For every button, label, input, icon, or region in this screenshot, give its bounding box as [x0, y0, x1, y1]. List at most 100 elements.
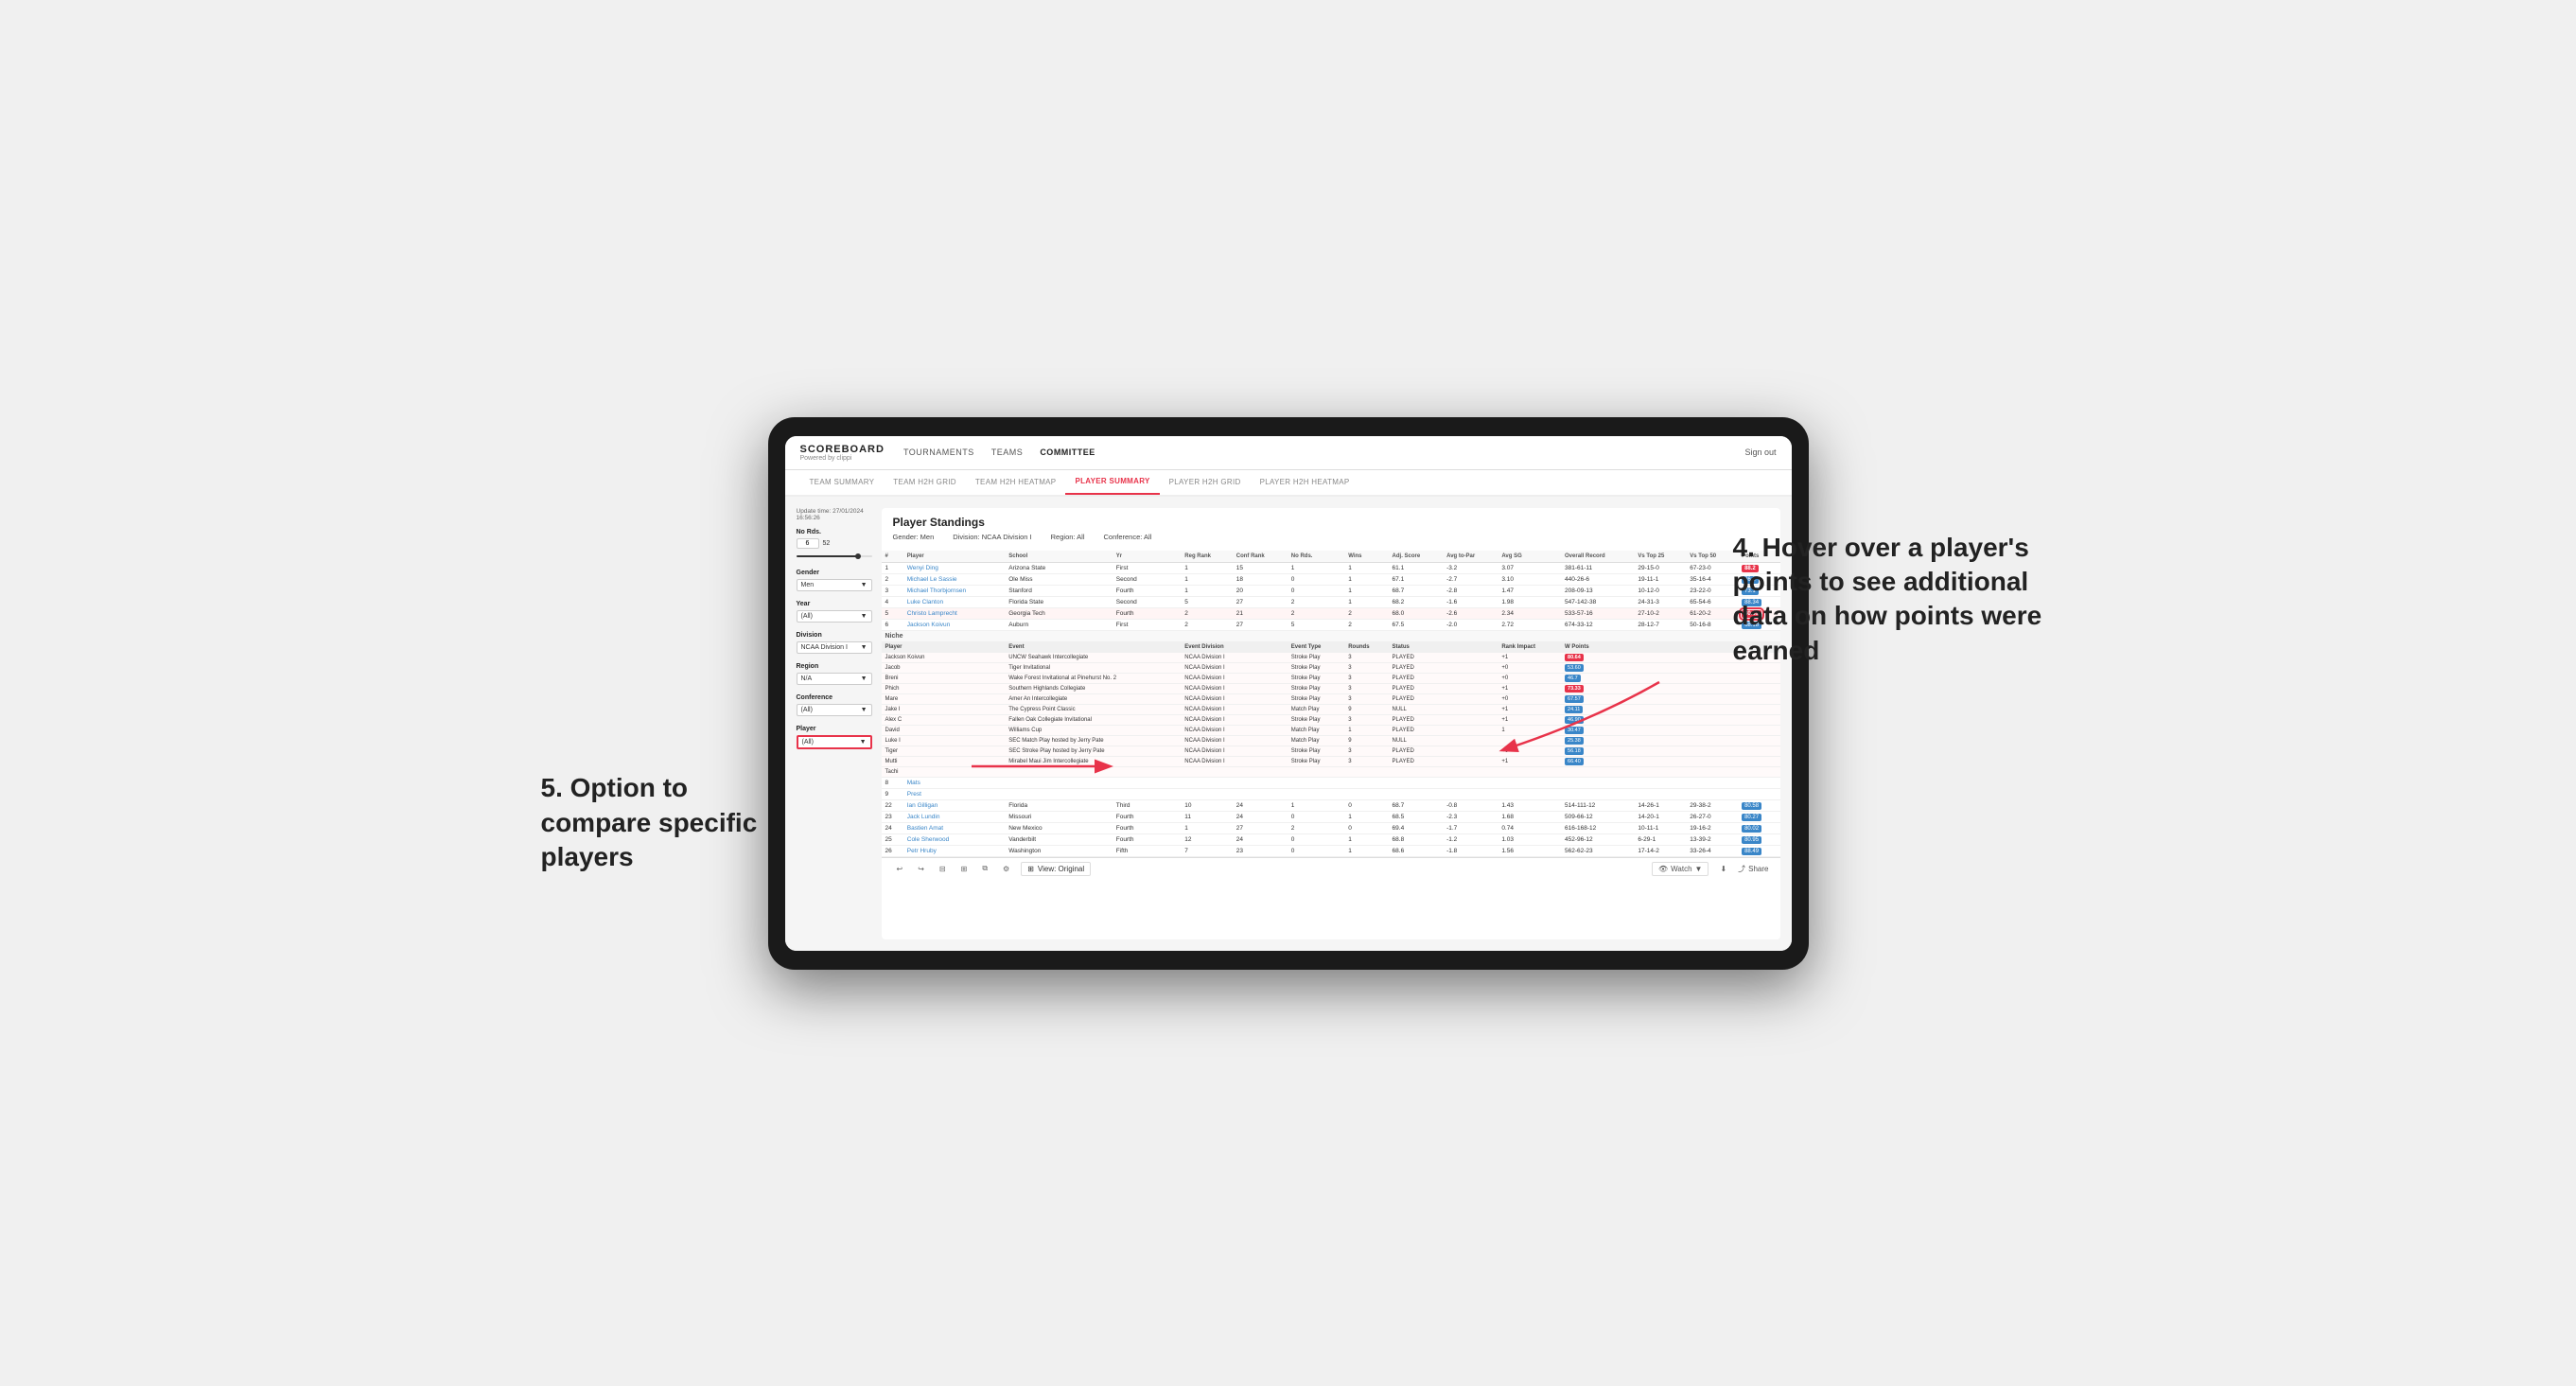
player-select[interactable]: (All) ▼	[797, 735, 872, 749]
table-row: 22 Ian Gilligan Florida Third 10 24 1 0 …	[882, 799, 1780, 811]
nav-link-teams[interactable]: TEAMS	[991, 447, 1024, 457]
division-select[interactable]: NCAA Division I ▼	[797, 641, 872, 654]
sidebar-player: Player (All) ▼	[797, 726, 872, 749]
table-header-row: # Player School Yr Reg Rank Conf Rank No…	[882, 551, 1780, 563]
col-reg-rank: Reg Rank	[1181, 551, 1232, 563]
subnav-player-h2h-grid[interactable]: PLAYER H2H GRID	[1160, 470, 1251, 495]
col-yr: Yr	[1113, 551, 1182, 563]
subnav-team-summary[interactable]: TEAM SUMMARY	[800, 470, 885, 495]
points-badge: 80.02	[1742, 825, 1761, 833]
year-select[interactable]: (All) ▼	[797, 610, 872, 623]
col-overall: Overall Record	[1561, 551, 1634, 563]
table-row: 2 Michael Le Sassie Ole Miss Second 1 18…	[882, 573, 1780, 585]
view-original-button[interactable]: ⊞ View: Original	[1021, 862, 1091, 876]
watch-chevron: ▼	[1695, 865, 1703, 873]
filter-gender: Gender: Men	[893, 533, 935, 541]
subnav-player-summary[interactable]: PLAYER SUMMARY	[1065, 470, 1159, 495]
sidebar-gender: Gender Men ▼	[797, 570, 872, 591]
zoom-in-button[interactable]: ⊞	[957, 863, 972, 875]
sidebar-region: Region N/A ▼	[797, 663, 872, 685]
view-label: View: Original	[1038, 865, 1084, 873]
player-label: Player	[797, 726, 872, 732]
subnav-team-h2h-grid[interactable]: TEAM H2H GRID	[884, 470, 966, 495]
col-school: School	[1005, 551, 1113, 563]
table-row-niche: Niche	[882, 630, 1780, 641]
scene: 4. Hover over a player's points to see a…	[768, 417, 1809, 970]
table-row: 6 Jackson Koivun Auburn First 2 27 5 2 6…	[882, 619, 1780, 630]
zoom-out-button[interactable]: ⊟	[936, 863, 950, 875]
arrow-top-right	[1498, 673, 1669, 767]
watch-button[interactable]: 👁 Watch ▼	[1652, 862, 1709, 876]
redo-button[interactable]: ↪	[914, 863, 928, 875]
view-icon: ⊞	[1027, 865, 1034, 873]
region-select[interactable]: N/A ▼	[797, 673, 872, 685]
points-badge: 80.27	[1742, 814, 1761, 821]
annotation-bottom-left: 5. Option to compare specific players	[541, 771, 806, 874]
nav-links: TOURNAMENTS TEAMS COMMITTEE	[903, 447, 1745, 457]
bottom-toolbar: ↩ ↪ ⊟ ⊞ ⧉ ⚙ ⊞ View: Original 👁	[882, 857, 1780, 880]
sidebar: Update time: 27/01/2024 16:56:26 No Rds.…	[797, 508, 872, 939]
sidebar-division: Division NCAA Division I ▼	[797, 632, 872, 654]
conference-label: Conference	[797, 694, 872, 701]
panel-header: Player Standings Gender: Men Division: N…	[882, 508, 1780, 551]
sidebar-conference: Conference (All) ▼	[797, 694, 872, 716]
col-avg-topar: Avg to-Par	[1443, 551, 1498, 563]
filter-conference: Conference: All	[1104, 533, 1152, 541]
col-wins: Wins	[1344, 551, 1388, 563]
sidebar-year: Year (All) ▼	[797, 601, 872, 623]
col-vs50: Vs Top 50	[1686, 551, 1738, 563]
table-row: 25 Cole Sherwood Vanderbilt Fourth 12 24…	[882, 833, 1780, 845]
logo-sub: Powered by clippi	[800, 455, 885, 462]
table-row: 5 Christo Lamprecht Georgia Tech Fourth …	[882, 607, 1780, 619]
filter-division: Division: NCAA Division I	[953, 533, 1031, 541]
sub-nav: TEAM SUMMARY TEAM H2H GRID TEAM H2H HEAT…	[785, 470, 1792, 497]
col-adj-score: Adj. Score	[1389, 551, 1444, 563]
nav-link-committee[interactable]: COMMITTEE	[1040, 447, 1095, 457]
copy-button[interactable]: ⧉	[978, 862, 991, 875]
gender-label: Gender	[797, 570, 872, 576]
nav-sign-out[interactable]: Sign out	[1744, 447, 1776, 457]
table-row: 23 Jack Lundin Missouri Fourth 11 24 0 1…	[882, 811, 1780, 822]
points-badge: 80.95	[1742, 836, 1761, 844]
subnav-player-h2h-heatmap[interactable]: PLAYER H2H HEATMAP	[1251, 470, 1359, 495]
subnav-team-h2h-heatmap[interactable]: TEAM H2H HEATMAP	[966, 470, 1066, 495]
table-row: 9 Prest	[882, 788, 1780, 799]
share-button[interactable]: ⤴ Share	[1738, 864, 1768, 874]
col-vs25: Vs Top 25	[1634, 551, 1686, 563]
download-button[interactable]: ⬇	[1716, 863, 1730, 875]
conference-select[interactable]: (All) ▼	[797, 704, 872, 716]
panel-filters: Gender: Men Division: NCAA Division I Re…	[893, 533, 1769, 541]
points-badge: 88.49	[1742, 848, 1761, 855]
table-row: Jacob Tiger Invitational NCAA Division I…	[882, 662, 1780, 673]
filter-region: Region: All	[1051, 533, 1085, 541]
eye-icon: 👁	[1658, 865, 1668, 873]
logo-title: SCOREBOARD	[800, 444, 885, 455]
gender-select[interactable]: Men ▼	[797, 579, 872, 591]
no-rds-slider[interactable]	[797, 553, 872, 560]
region-label: Region	[797, 663, 872, 670]
no-rds-label: No Rds.	[797, 529, 872, 535]
annotation-top-right: 4. Hover over a player's points to see a…	[1733, 531, 2055, 669]
share-icon: ⤴	[1738, 864, 1745, 874]
watch-label: Watch	[1671, 865, 1691, 873]
division-label: Division	[797, 632, 872, 639]
col-no-rds: No Rds.	[1288, 551, 1344, 563]
panel-title: Player Standings	[893, 516, 1769, 529]
sidebar-no-rds: No Rds. 52	[797, 529, 872, 560]
arrow-bottom-left	[972, 747, 1123, 785]
col-num: #	[882, 551, 903, 563]
expanded-header-row: Player Event Event Division Event Type R…	[882, 641, 1780, 652]
nav-bar: SCOREBOARD Powered by clippi TOURNAMENTS…	[785, 436, 1792, 470]
update-time: Update time: 27/01/2024 16:56:26	[797, 508, 872, 521]
table-row: Jackson Koivun UNCW Seahawk Intercollegi…	[882, 652, 1780, 662]
points-badge: 80.58	[1742, 802, 1761, 810]
year-label: Year	[797, 601, 872, 607]
settings-button[interactable]: ⚙	[999, 863, 1013, 875]
undo-button[interactable]: ↩	[893, 863, 907, 875]
nav-link-tournaments[interactable]: TOURNAMENTS	[903, 447, 974, 457]
no-rds-min-input[interactable]	[797, 538, 819, 549]
col-player: Player	[903, 551, 1005, 563]
table-row: 4 Luke Clanton Florida State Second 5 27…	[882, 596, 1780, 607]
table-row: 24 Bastien Amat New Mexico Fourth 1 27 2…	[882, 822, 1780, 833]
share-label: Share	[1748, 865, 1768, 873]
